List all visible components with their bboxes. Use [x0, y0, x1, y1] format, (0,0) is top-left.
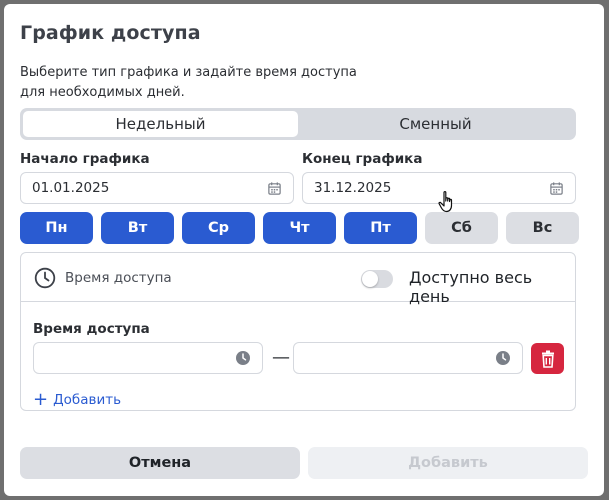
calendar-icon[interactable]: [267, 181, 282, 196]
day-button-sun[interactable]: Вс: [506, 212, 579, 244]
time-to-field[interactable]: [293, 342, 523, 374]
end-date-label: Конец графика: [302, 151, 423, 167]
access-time-title: Время доступа: [33, 321, 150, 337]
plus-icon: +: [33, 389, 49, 410]
schedule-dialog: График доступа Выберите тип графика и за…: [4, 4, 604, 496]
time-from-field[interactable]: [33, 342, 263, 374]
clock-icon[interactable]: [495, 350, 511, 366]
time-range-separator: —: [272, 347, 290, 368]
weekday-selector: Пн Вт Ср Чт Пт Сб Вс: [20, 212, 579, 244]
start-date-value: 01.01.2025: [32, 180, 110, 196]
description-line: Выберите тип графика и задайте время дос…: [20, 65, 357, 80]
clock-icon[interactable]: [235, 350, 251, 366]
add-time-link[interactable]: + Добавить: [33, 389, 122, 410]
schedule-type-toggle: Недельный Сменный: [20, 108, 576, 140]
delete-time-button[interactable]: [531, 343, 564, 374]
start-date-label: Начало графика: [20, 151, 150, 167]
hand-cursor-icon: [437, 190, 457, 218]
dialog-description: Выберите тип графика и задайте время дос…: [20, 63, 380, 103]
day-button-thu[interactable]: Чт: [263, 212, 336, 244]
all-day-toggle[interactable]: [361, 270, 393, 288]
day-button-sat[interactable]: Сб: [425, 212, 498, 244]
end-date-value: 31.12.2025: [314, 180, 392, 196]
all-day-label: Доступно весь день: [409, 268, 533, 306]
day-button-tue[interactable]: Вт: [101, 212, 174, 244]
access-time-card: Время доступа Доступно весь день Время д…: [20, 252, 576, 411]
calendar-icon[interactable]: [549, 181, 564, 196]
start-date-field[interactable]: 01.01.2025: [20, 172, 294, 204]
access-time-header-label: Время доступа: [65, 270, 172, 286]
add-button[interactable]: Добавить: [308, 447, 588, 479]
tab-weekly[interactable]: Недельный: [23, 111, 298, 137]
description-line: для необходимых дней.: [20, 85, 185, 100]
cancel-button[interactable]: Отмена: [20, 447, 300, 479]
day-button-wed[interactable]: Ср: [182, 212, 255, 244]
dialog-title: График доступа: [20, 22, 201, 44]
access-time-header: Время доступа Доступно весь день: [21, 253, 575, 306]
tab-shift[interactable]: Сменный: [298, 111, 573, 137]
clock-icon: [34, 267, 56, 293]
day-button-mon[interactable]: Пн: [20, 212, 93, 244]
day-button-fri[interactable]: Пт: [344, 212, 417, 244]
trash-icon: [540, 350, 556, 368]
add-time-label: Добавить: [53, 392, 122, 408]
toggle-knob: [362, 271, 378, 287]
